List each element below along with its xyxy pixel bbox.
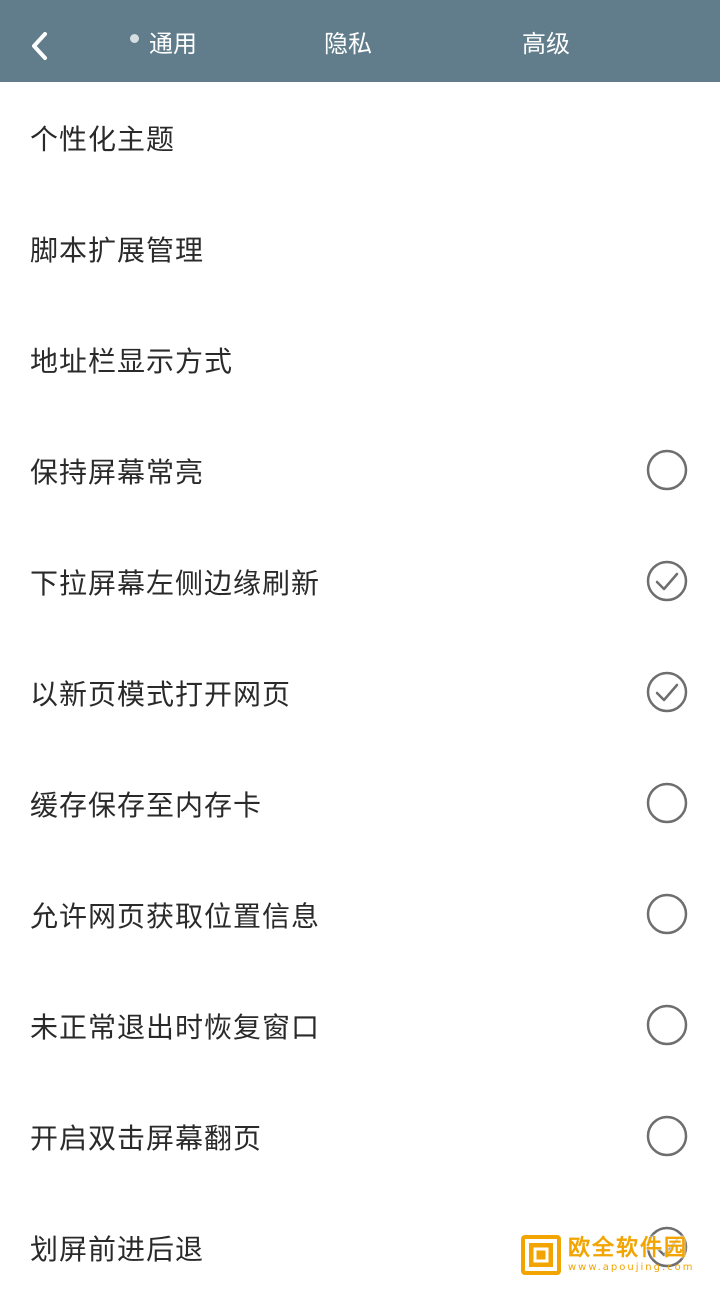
tab-advanced[interactable]: 高级 bbox=[522, 0, 570, 82]
setting-open-in-new-page[interactable]: 以新页模式打开网页 bbox=[0, 637, 720, 748]
setting-label: 未正常退出时恢复窗口 bbox=[30, 1010, 321, 1044]
setting-label: 开启双击屏幕翻页 bbox=[30, 1121, 263, 1155]
checkbox-unchecked-icon[interactable] bbox=[646, 1115, 688, 1157]
checkbox-circle bbox=[646, 1115, 688, 1157]
checkbox-circle bbox=[646, 782, 688, 824]
setting-personalized-theme[interactable]: 个性化主题 bbox=[0, 82, 720, 193]
checkbox-circle bbox=[646, 560, 688, 602]
setting-label: 以新页模式打开网页 bbox=[30, 677, 292, 711]
checkbox-circle bbox=[646, 1004, 688, 1046]
setting-script-extensions[interactable]: 脚本扩展管理 bbox=[0, 193, 720, 304]
tab-privacy-label: 隐私 bbox=[324, 29, 372, 58]
checkbox-unchecked-icon[interactable] bbox=[646, 782, 688, 824]
top-bar: 通用 隐私 高级 bbox=[0, 0, 720, 82]
setting-cache-to-sd-card[interactable]: 缓存保存至内存卡 bbox=[0, 748, 720, 859]
checkmark bbox=[655, 683, 679, 702]
settings-list: 个性化主题 脚本扩展管理 地址栏显示方式 保持屏幕常亮 下拉屏幕左侧边缘刷新 以… bbox=[0, 82, 720, 1303]
setting-label: 划屏前进后退 bbox=[30, 1232, 205, 1266]
watermark-logo-icon bbox=[521, 1235, 561, 1275]
tab-general[interactable]: 通用 bbox=[130, 0, 197, 82]
checkbox-circle bbox=[646, 893, 688, 935]
checkbox-checked-icon[interactable] bbox=[646, 671, 688, 713]
setting-label: 脚本扩展管理 bbox=[30, 233, 205, 267]
setting-allow-location[interactable]: 允许网页获取位置信息 bbox=[0, 859, 720, 970]
setting-label: 缓存保存至内存卡 bbox=[30, 788, 263, 822]
setting-label: 个性化主题 bbox=[30, 122, 176, 156]
checkbox-circle bbox=[646, 671, 688, 713]
watermark-title: 欧全软件园 bbox=[568, 1236, 689, 1261]
checkbox-unchecked-icon[interactable] bbox=[646, 449, 688, 491]
checkbox-checked-icon[interactable] bbox=[646, 560, 688, 602]
setting-label: 地址栏显示方式 bbox=[30, 344, 234, 378]
watermark: 欧全软件园 www.apoujing.com bbox=[520, 1232, 716, 1278]
tab-advanced-label: 高级 bbox=[522, 29, 570, 58]
setting-label: 允许网页获取位置信息 bbox=[30, 899, 321, 933]
checkmark bbox=[655, 572, 679, 591]
watermark-subtitle: www.apoujing.com bbox=[568, 1262, 695, 1273]
tab-general-label: 通用 bbox=[149, 29, 197, 58]
tab-privacy[interactable]: 隐私 bbox=[324, 0, 372, 82]
setting-label: 保持屏幕常亮 bbox=[30, 455, 205, 489]
back-button[interactable] bbox=[22, 26, 56, 66]
setting-keep-screen-on[interactable]: 保持屏幕常亮 bbox=[0, 415, 720, 526]
setting-double-tap-page-turn[interactable]: 开启双击屏幕翻页 bbox=[0, 1081, 720, 1192]
setting-pull-left-edge-refresh[interactable]: 下拉屏幕左侧边缘刷新 bbox=[0, 526, 720, 637]
chevron-left-icon bbox=[32, 32, 47, 60]
checkbox-unchecked-icon[interactable] bbox=[646, 893, 688, 935]
setting-restore-windows[interactable]: 未正常退出时恢复窗口 bbox=[0, 970, 720, 1081]
checkbox-unchecked-icon[interactable] bbox=[646, 1004, 688, 1046]
checkbox-circle bbox=[646, 449, 688, 491]
setting-address-bar-display[interactable]: 地址栏显示方式 bbox=[0, 304, 720, 415]
active-tab-indicator bbox=[130, 33, 139, 43]
setting-label: 下拉屏幕左侧边缘刷新 bbox=[30, 566, 321, 600]
